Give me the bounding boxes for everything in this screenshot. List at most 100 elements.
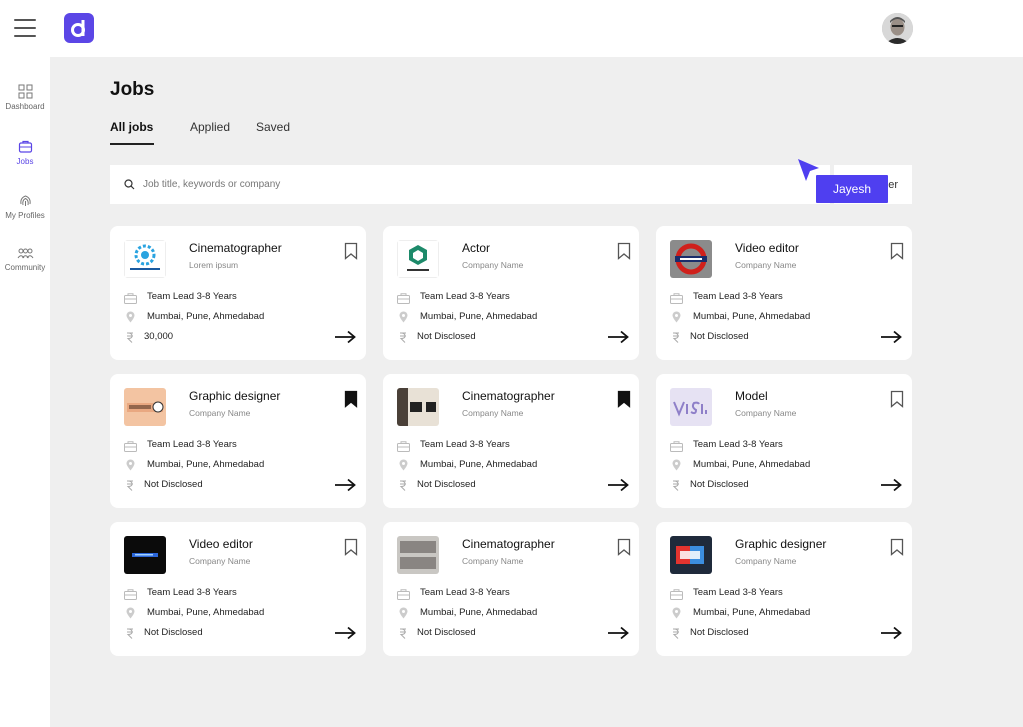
- arrow-right-icon[interactable]: [334, 478, 356, 497]
- company-logo: [397, 388, 439, 426]
- company-logo: [124, 388, 166, 426]
- rupee-icon: [672, 330, 680, 348]
- tab-saved[interactable]: Saved: [256, 120, 290, 134]
- app-logo[interactable]: [64, 13, 94, 43]
- bookmark-icon[interactable]: [344, 538, 358, 561]
- page-title: Jobs: [110, 79, 155, 100]
- arrow-right-icon[interactable]: [334, 330, 356, 349]
- job-experience: Team Lead 3-8 Years: [693, 291, 783, 302]
- briefcase-icon: [670, 439, 683, 457]
- job-experience: Team Lead 3-8 Years: [693, 439, 783, 450]
- job-title: Cinematographer: [462, 537, 555, 551]
- briefcase-icon: [18, 140, 32, 153]
- company-name: Company Name: [735, 260, 797, 270]
- job-salary: Not Disclosed: [690, 627, 749, 638]
- arrow-right-icon[interactable]: [880, 478, 902, 497]
- briefcase-icon: [124, 291, 137, 309]
- job-title: Model: [735, 389, 768, 403]
- rupee-icon: [672, 478, 680, 496]
- job-salary: 30,000: [144, 331, 174, 342]
- job-experience: Team Lead 3-8 Years: [147, 291, 237, 302]
- job-card[interactable]: Graphic designer Company Name Team Lead 3-…: [656, 522, 912, 656]
- bookmark-icon[interactable]: [890, 242, 904, 265]
- job-card[interactable]: Cinematographer Lorem ipsum Team Lead 3-8 …: [110, 226, 366, 360]
- job-card[interactable]: Actor Company Name Team Lead 3-8 Years Mumb…: [383, 226, 639, 360]
- sidebar-item-label: My Profiles: [5, 211, 45, 220]
- menu-icon[interactable]: [14, 19, 36, 37]
- company-name: Company Name: [189, 408, 251, 418]
- cursor-user-tag: Jayesh: [816, 175, 888, 203]
- job-title: Cinematographer: [189, 241, 282, 255]
- job-card[interactable]: Cinematographer Company Name Team Lead 3-8…: [383, 522, 639, 656]
- people-icon: [17, 248, 33, 259]
- job-location: Mumbai, Pune, Ahmedabad: [693, 607, 811, 618]
- company-name: Company Name: [462, 556, 524, 566]
- sidebar-item-jobs[interactable]: Jobs: [0, 139, 50, 166]
- user-avatar[interactable]: [882, 13, 913, 44]
- arrow-right-icon[interactable]: [880, 330, 902, 349]
- arrow-right-icon[interactable]: [607, 330, 629, 349]
- bookmark-filled-icon[interactable]: [617, 390, 631, 413]
- job-salary: Not Disclosed: [417, 331, 476, 342]
- job-title: Graphic designer: [735, 537, 827, 551]
- job-salary: Not Disclosed: [417, 627, 476, 638]
- bookmark-icon[interactable]: [344, 242, 358, 265]
- bookmark-icon[interactable]: [890, 390, 904, 413]
- sidebar-item-community[interactable]: Community: [0, 248, 50, 272]
- job-location: Mumbai, Pune, Ahmedabad: [693, 459, 811, 470]
- job-title: Graphic designer: [189, 389, 281, 403]
- arrow-right-icon[interactable]: [607, 478, 629, 497]
- job-salary: Not Disclosed: [690, 479, 749, 490]
- job-location: Mumbai, Pune, Ahmedabad: [147, 607, 265, 618]
- job-card[interactable]: Video editor Company Name Team Lead 3-8 Ye…: [110, 522, 366, 656]
- active-tab-indicator: [110, 143, 154, 145]
- job-card[interactable]: Model Company Name Team Lead 3-8 Years Mumb…: [656, 374, 912, 508]
- grid-icon: [18, 84, 32, 99]
- job-card[interactable]: Cinematographer Company Name Team Lead 3-8…: [383, 374, 639, 508]
- tab-applied[interactable]: Applied: [190, 120, 230, 134]
- arrow-right-icon[interactable]: [334, 626, 356, 645]
- sidebar-item-my-profiles[interactable]: My Profiles: [0, 193, 50, 220]
- company-name: Company Name: [462, 408, 524, 418]
- briefcase-icon: [670, 291, 683, 309]
- job-salary: Not Disclosed: [690, 331, 749, 342]
- job-title: Actor: [462, 241, 491, 255]
- top-bar: [0, 0, 1023, 57]
- job-salary: Not Disclosed: [144, 627, 203, 638]
- tab-all-jobs[interactable]: All jobs: [110, 120, 153, 134]
- bookmark-icon[interactable]: [890, 538, 904, 561]
- rupee-icon: [399, 626, 407, 644]
- job-experience: Team Lead 3-8 Years: [147, 439, 237, 450]
- job-location: Mumbai, Pune, Ahmedabad: [420, 311, 538, 322]
- search-icon: [124, 179, 135, 190]
- company-name: Company Name: [735, 556, 797, 566]
- sidebar: Dashboard Jobs My Profiles Community: [0, 57, 50, 727]
- bookmark-icon[interactable]: [617, 538, 631, 561]
- briefcase-icon: [397, 291, 410, 309]
- location-pin-icon: [126, 310, 135, 328]
- company-name: Company Name: [735, 408, 797, 418]
- sidebar-item-dashboard[interactable]: Dashboard: [0, 84, 50, 111]
- arrow-right-icon[interactable]: [607, 626, 629, 645]
- job-card[interactable]: Graphic designer Company Name Team Lead 3-…: [110, 374, 366, 508]
- sidebar-item-label: Dashboard: [5, 102, 45, 111]
- job-title: Video editor: [189, 537, 253, 551]
- job-experience: Team Lead 3-8 Years: [147, 587, 237, 598]
- job-experience: Team Lead 3-8 Years: [693, 587, 783, 598]
- arrow-right-icon[interactable]: [880, 626, 902, 645]
- company-logo: [670, 536, 712, 574]
- sidebar-item-label: Jobs: [16, 157, 34, 166]
- location-pin-icon: [126, 606, 135, 624]
- search-input[interactable]: [143, 179, 783, 190]
- job-experience: Team Lead 3-8 Years: [420, 291, 510, 302]
- job-location: Mumbai, Pune, Ahmedabad: [147, 311, 265, 322]
- bookmark-filled-icon[interactable]: [344, 390, 358, 413]
- company-logo: [124, 240, 166, 278]
- job-title: Video editor: [735, 241, 799, 255]
- company-logo: [397, 536, 439, 574]
- job-location: Mumbai, Pune, Ahmedabad: [147, 459, 265, 470]
- briefcase-icon: [397, 439, 410, 457]
- job-card[interactable]: Video editor Company Name Team Lead 3-8 Ye…: [656, 226, 912, 360]
- job-salary: Not Disclosed: [144, 479, 203, 490]
- bookmark-icon[interactable]: [617, 242, 631, 265]
